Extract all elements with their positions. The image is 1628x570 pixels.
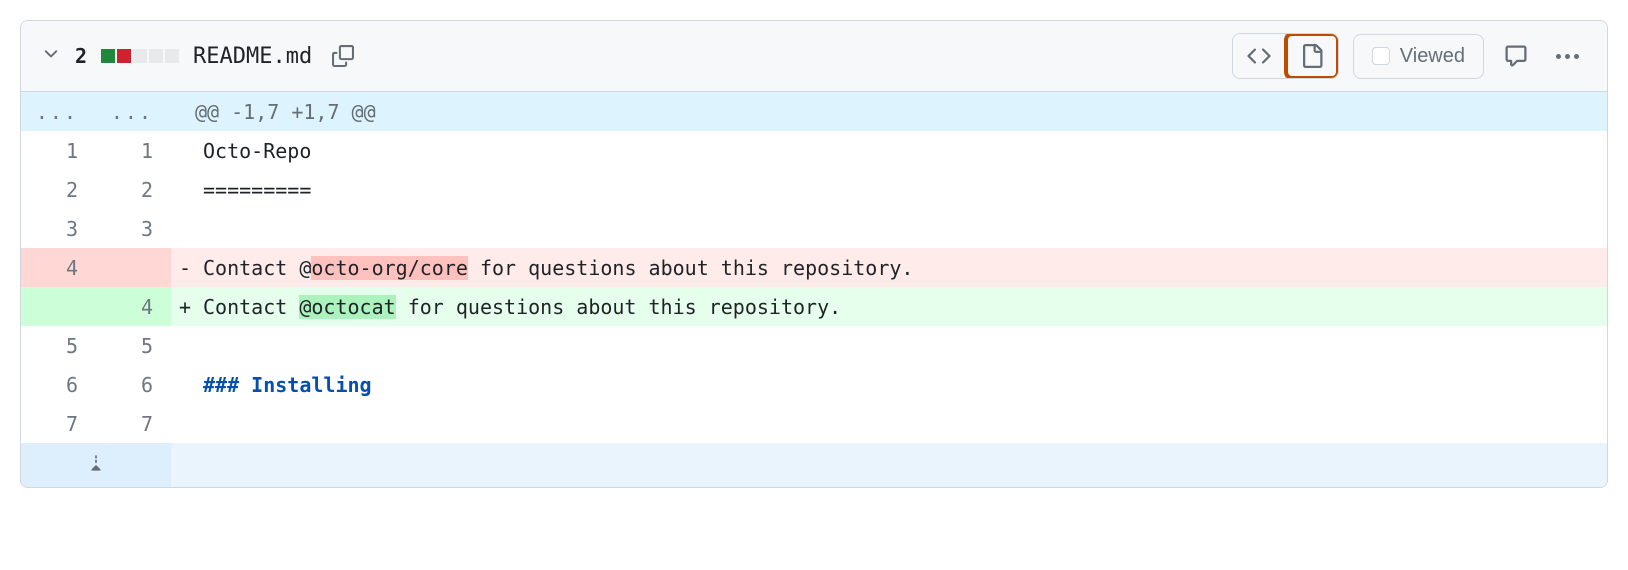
- new-line-number[interactable]: 3: [96, 209, 171, 248]
- diff-sign: +: [171, 287, 199, 326]
- code-content: =========: [199, 170, 1607, 209]
- addition-highlight: @octocat: [299, 295, 395, 319]
- diff-stat-neutral: [149, 49, 163, 63]
- new-line-number[interactable]: 2: [96, 170, 171, 209]
- old-line-number[interactable]: 2: [21, 170, 96, 209]
- code-content: [199, 209, 1607, 248]
- new-line-number[interactable]: [96, 248, 171, 287]
- diff-stat-neutral: [165, 49, 179, 63]
- source-diff-button[interactable]: [1233, 34, 1285, 78]
- old-line-number[interactable]: 4: [21, 248, 96, 287]
- display-mode-toggle: [1232, 33, 1339, 79]
- viewed-toggle[interactable]: Viewed: [1353, 34, 1484, 79]
- diff-sign: [171, 131, 199, 170]
- comment-icon[interactable]: [1498, 38, 1534, 74]
- code-content: Contact @octocat for questions about thi…: [199, 287, 1607, 326]
- collapse-chevron-icon[interactable]: [41, 44, 61, 69]
- diff-stat-removed: [117, 49, 131, 63]
- hunk-header-row: ... ... @@ -1,7 +1,7 @@: [21, 92, 1607, 131]
- hunk-expand-new[interactable]: ...: [96, 92, 171, 131]
- diff-line: 7 7: [21, 404, 1607, 443]
- diff-line: 6 6 ### Installing: [21, 365, 1607, 404]
- expand-spacer: [171, 443, 1607, 487]
- diff-file-container: 2 README.md: [20, 20, 1608, 488]
- diff-sign: [171, 404, 199, 443]
- new-line-number[interactable]: 7: [96, 404, 171, 443]
- diff-sign: [171, 326, 199, 365]
- diff-line: 2 2 =========: [21, 170, 1607, 209]
- viewed-label: Viewed: [1400, 45, 1465, 68]
- file-header-right: Viewed: [1232, 33, 1587, 79]
- expand-down-button[interactable]: [21, 443, 171, 487]
- copy-path-icon[interactable]: [326, 39, 360, 73]
- diff-line-deletion: 4 - Contact @octo-org/core for questions…: [21, 248, 1607, 287]
- old-line-number[interactable]: 1: [21, 131, 96, 170]
- code-content: [199, 404, 1607, 443]
- expand-row: [21, 443, 1607, 487]
- diff-sign: [171, 170, 199, 209]
- diff-stat: [101, 49, 179, 63]
- diff-line: 3 3: [21, 209, 1607, 248]
- file-header: 2 README.md: [21, 21, 1607, 92]
- deletion-highlight: octo-org/core: [311, 256, 468, 280]
- old-line-number[interactable]: 6: [21, 365, 96, 404]
- diff-table: ... ... @@ -1,7 +1,7 @@ 1 1 Octo-Repo 2 …: [21, 92, 1607, 487]
- new-line-number[interactable]: 6: [96, 365, 171, 404]
- file-name[interactable]: README.md: [193, 44, 312, 69]
- rich-diff-button[interactable]: [1286, 34, 1338, 78]
- code-content: ### Installing: [199, 365, 1607, 404]
- old-line-number[interactable]: 7: [21, 404, 96, 443]
- new-line-number[interactable]: 1: [96, 131, 171, 170]
- diff-line: 5 5: [21, 326, 1607, 365]
- new-line-number[interactable]: 4: [96, 287, 171, 326]
- code-content: [199, 326, 1607, 365]
- diff-line-addition: 4 + Contact @octocat for questions about…: [21, 287, 1607, 326]
- viewed-checkbox: [1372, 47, 1390, 65]
- old-line-number[interactable]: 5: [21, 326, 96, 365]
- new-line-number[interactable]: 5: [96, 326, 171, 365]
- markdown-heading: ### Installing: [203, 373, 372, 397]
- diff-stat-added: [101, 49, 115, 63]
- old-line-number[interactable]: 3: [21, 209, 96, 248]
- diff-sign: [171, 209, 199, 248]
- kebab-menu-icon[interactable]: [1548, 46, 1587, 67]
- diff-sign: -: [171, 248, 199, 287]
- old-line-number[interactable]: [21, 287, 96, 326]
- change-count: 2: [75, 44, 87, 68]
- hunk-expand-old[interactable]: ...: [21, 92, 96, 131]
- code-content: Octo-Repo: [199, 131, 1607, 170]
- file-header-left: 2 README.md: [41, 39, 360, 73]
- diff-line: 1 1 Octo-Repo: [21, 131, 1607, 170]
- code-content: Contact @octo-org/core for questions abo…: [199, 248, 1607, 287]
- diff-stat-neutral: [133, 49, 147, 63]
- diff-sign: [171, 365, 199, 404]
- hunk-header-text: @@ -1,7 +1,7 @@: [171, 92, 1607, 131]
